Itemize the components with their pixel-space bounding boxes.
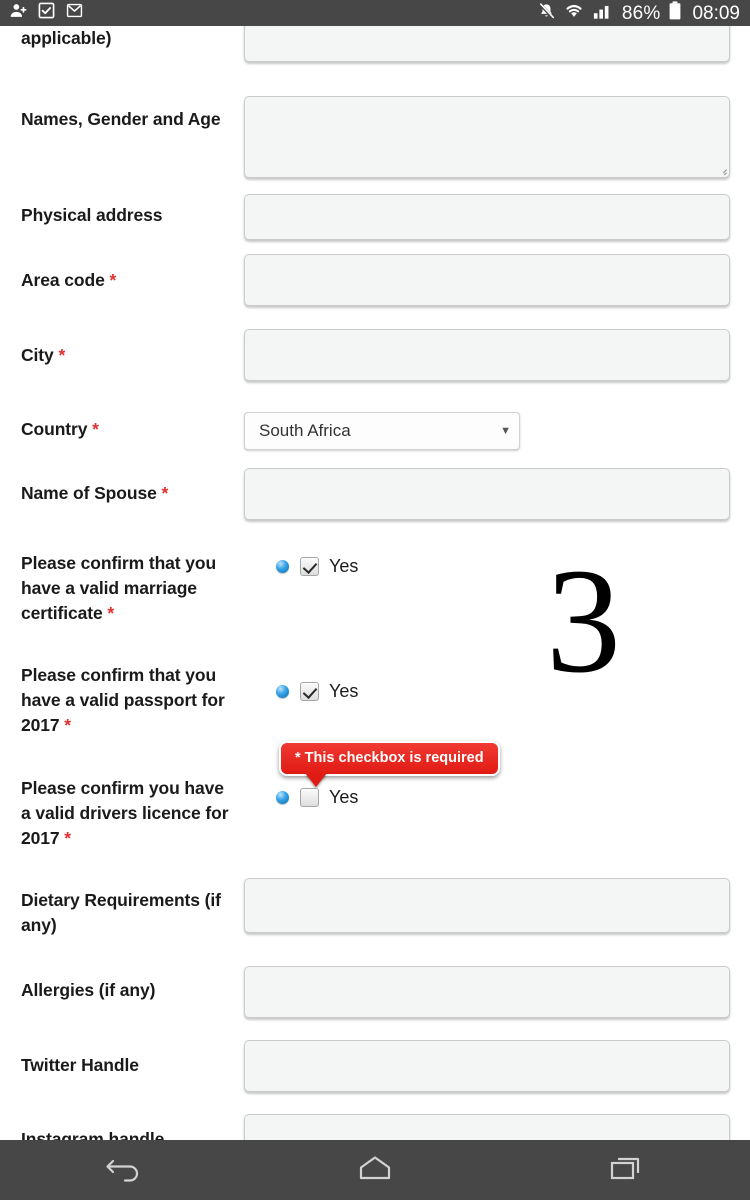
- checkbox-option-label: Yes: [329, 556, 359, 576]
- required-asterisk: *: [161, 483, 169, 503]
- checkbox-group-drivers-licence-2017: Yes: [276, 787, 358, 808]
- clock-time: 08:09: [692, 2, 740, 24]
- required-asterisk: *: [64, 828, 72, 848]
- label-confirm-passport-2017: Please confirm that you have a valid pas…: [21, 665, 225, 735]
- label-confirm-drivers-licence-2017: Please confirm you have a valid drivers …: [21, 778, 229, 848]
- label-twitter-handle: Twitter Handle: [21, 1055, 139, 1075]
- applicable-field[interactable]: [244, 26, 730, 62]
- required-asterisk: *: [107, 603, 115, 623]
- home-button[interactable]: [250, 1140, 500, 1200]
- cellular-signal-icon: [593, 2, 613, 24]
- person-add-icon: [10, 2, 27, 24]
- label-physical-address: Physical address: [21, 205, 163, 225]
- chevron-down-icon: ▼: [500, 424, 511, 437]
- form-scroll-area[interactable]: applicable) Names, Gender and Age Physic…: [0, 26, 750, 1140]
- checkbox-option-label: Yes: [329, 787, 359, 807]
- step-number-overlay: 3: [546, 538, 621, 704]
- instagram-handle[interactable]: [244, 1114, 730, 1140]
- label-names-gender-age: Names, Gender and Age: [21, 109, 221, 129]
- confirm-marriage-certificate[interactable]: [300, 557, 319, 576]
- country-selected-value: South Africa: [259, 421, 351, 440]
- tasks-checkbox-icon: [38, 2, 55, 24]
- label-dietary-requirements: Dietary Requirements (if any): [21, 890, 221, 935]
- label-city: City *: [21, 345, 66, 365]
- recents-button[interactable]: [500, 1140, 750, 1200]
- back-icon: [104, 1153, 146, 1188]
- checkbox-group-passport-2017: Yes: [276, 681, 358, 702]
- notifications-muted-icon: [538, 2, 555, 25]
- label-allergies: Allergies (if any): [21, 980, 156, 1000]
- recents-icon: [605, 1153, 645, 1188]
- validation-tooltip: * This checkbox is required: [279, 741, 500, 787]
- required-asterisk: *: [64, 715, 72, 735]
- home-icon: [355, 1153, 395, 1188]
- confirm-drivers-licence-2017[interactable]: [300, 788, 319, 807]
- twitter-handle[interactable]: [244, 1040, 730, 1092]
- checkbox-group-marriage-certificate: Yes: [276, 556, 358, 577]
- status-bar: 86% 08:09: [0, 0, 750, 26]
- battery-percentage: 86%: [621, 2, 661, 24]
- textarea-resize-handle[interactable]: [716, 164, 727, 175]
- label-name-of-spouse: Name of Spouse *: [21, 483, 169, 503]
- confirm-passport-2017[interactable]: [300, 682, 319, 701]
- phone-screen: 86% 08:09 applicable) Names, Gender and …: [0, 0, 750, 1200]
- gmail-icon: [66, 2, 83, 24]
- area-code[interactable]: [244, 254, 730, 306]
- battery-icon: [669, 1, 681, 25]
- checkbox-option-label: Yes: [329, 681, 359, 701]
- allergies[interactable]: [244, 966, 730, 1018]
- city[interactable]: [244, 329, 730, 381]
- label-applicable: applicable): [21, 28, 112, 48]
- status-bar-left-icons: [10, 2, 83, 24]
- bullet-icon: [276, 560, 289, 573]
- validation-tooltip-text: * This checkbox is required: [295, 750, 484, 766]
- label-area-code: Area code *: [21, 270, 117, 290]
- names-gender-age[interactable]: [244, 96, 730, 178]
- back-button[interactable]: [0, 1140, 250, 1200]
- bullet-icon: [276, 791, 289, 804]
- name-of-spouse[interactable]: [244, 468, 730, 520]
- label-instagram-handle: Instagram handle: [21, 1129, 165, 1140]
- physical-address[interactable]: [244, 194, 730, 240]
- label-confirm-marriage-certificate: Please confirm that you have a valid mar…: [21, 553, 217, 623]
- bullet-icon: [276, 685, 289, 698]
- status-bar-right-icons: 86% 08:09: [538, 1, 740, 25]
- required-asterisk: *: [92, 419, 99, 439]
- wifi-icon: [564, 2, 584, 24]
- country[interactable]: South Africa ▼: [244, 412, 520, 450]
- label-country: Country *: [21, 419, 99, 439]
- required-asterisk: *: [58, 345, 66, 365]
- required-asterisk: *: [109, 270, 117, 290]
- android-navigation-bar: [0, 1140, 750, 1200]
- tooltip-arrow-icon: [305, 773, 327, 787]
- dietary-requirements[interactable]: [244, 878, 730, 933]
